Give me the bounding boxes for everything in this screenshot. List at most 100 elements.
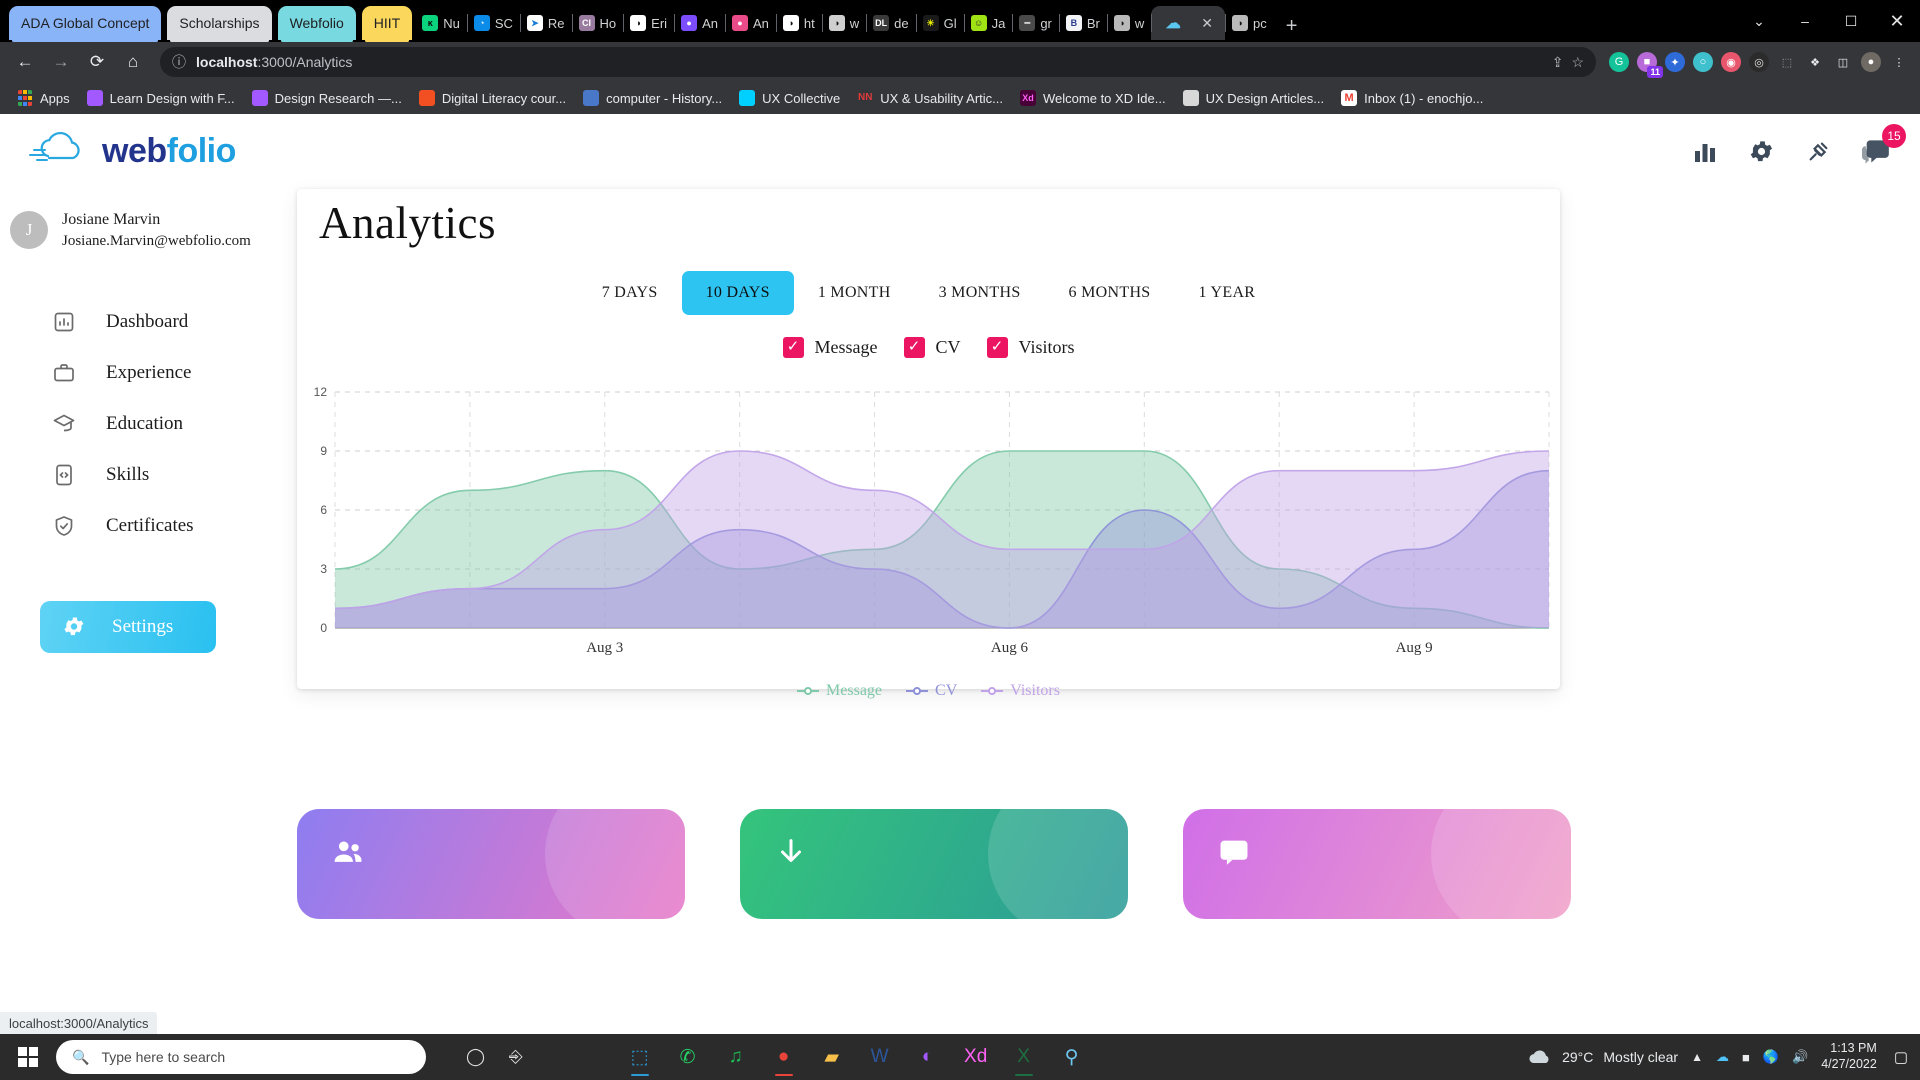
whatsapp-taskbar-icon[interactable]: ✆	[667, 1036, 709, 1078]
checkbox[interactable]: ✓	[783, 337, 804, 358]
figma-taskbar-icon[interactable]: ◐	[907, 1036, 949, 1078]
close-window-button[interactable]: ✕	[1874, 11, 1920, 32]
gear-icon[interactable]	[1748, 138, 1775, 165]
loom-extension[interactable]: ◉	[1718, 49, 1744, 75]
visitors-tile[interactable]	[297, 809, 685, 919]
browser-tab-14[interactable]: ◑w	[1107, 6, 1151, 40]
browser-tab-0[interactable]: ĸNu	[415, 6, 467, 40]
selection-extension[interactable]: ⬚	[1774, 49, 1800, 75]
word-taskbar-icon[interactable]: W	[859, 1036, 901, 1078]
reload-icon[interactable]: ⟳	[80, 45, 114, 79]
series-toggle-cv[interactable]: ✓CV	[904, 337, 961, 358]
browser-tab-9[interactable]: DLde	[866, 6, 915, 40]
bookmark-4[interactable]: computer - History...	[576, 86, 729, 110]
bookmark-3[interactable]: Digital Literacy cour...	[412, 86, 573, 110]
tab-group-3[interactable]: HIIT	[362, 6, 412, 40]
downloads-tile[interactable]	[740, 809, 1128, 919]
legend-item-visitors[interactable]: Visitors	[981, 682, 1060, 700]
chrome-taskbar-icon[interactable]: ●	[763, 1036, 805, 1078]
browser-tab-7[interactable]: ◑ht	[776, 6, 822, 40]
browser-tab-11[interactable]: ☺Ja	[964, 6, 1013, 40]
legend-item-message[interactable]: Message	[797, 682, 882, 700]
sidebar-item-experience[interactable]: Experience	[0, 352, 277, 394]
teal-extension[interactable]: ○	[1690, 49, 1716, 75]
browser-tab-10[interactable]: ☀Gl	[916, 6, 964, 40]
checkbox[interactable]: ✓	[987, 337, 1008, 358]
sidebar-item-certificates[interactable]: Certificates	[0, 505, 277, 547]
bookmark-8[interactable]: UX Design Articles...	[1176, 86, 1332, 110]
forward-arrow-icon[interactable]: →	[44, 45, 78, 79]
browser-tab-active[interactable]: ☁✕	[1151, 6, 1225, 40]
grammarly-extension[interactable]: G	[1606, 49, 1632, 75]
browser-tab-8[interactable]: ◑w	[822, 6, 866, 40]
analytics-bars-icon[interactable]	[1692, 139, 1718, 165]
show-hidden-icons[interactable]: ▲	[1691, 1050, 1703, 1064]
range-tab-7-days[interactable]: 7 DAYS	[578, 271, 682, 315]
back-arrow-icon[interactable]: ←	[8, 45, 42, 79]
tab-group-0[interactable]: ADA Global Concept	[9, 6, 161, 40]
bookmark-2[interactable]: Design Research —...	[245, 86, 409, 110]
browser-tab-12[interactable]: ━gr	[1012, 6, 1059, 40]
bookmark-5[interactable]: UX Collective	[732, 86, 847, 110]
browser-tab-3[interactable]: CIHo	[572, 6, 624, 40]
messages-tile[interactable]	[1183, 809, 1571, 919]
browser-tab-trailing[interactable]: ◑pc	[1225, 6, 1274, 40]
maximize-button[interactable]: ☐	[1828, 13, 1874, 30]
browser-tab-13[interactable]: BBr	[1059, 6, 1107, 40]
minimize-button[interactable]: –	[1782, 13, 1828, 29]
tab-group-2[interactable]: Webfolio	[278, 6, 356, 40]
browser-tab-5[interactable]: ●An	[674, 6, 725, 40]
battery-icon[interactable]: ■	[1742, 1050, 1750, 1065]
address-bar[interactable]: ⓘ localhost:3000/Analytics ⇪ ☆	[160, 47, 1596, 77]
windows-icon[interactable]	[4, 1047, 52, 1067]
new-tab-button[interactable]: +	[1274, 15, 1310, 42]
webfolio-logo[interactable]: webfolio	[28, 130, 236, 174]
sidebar-item-skills[interactable]: Skills	[0, 454, 277, 496]
search-input[interactable]: 🔍 Type here to search	[56, 1040, 426, 1074]
puzzle-extension[interactable]: ❖	[1802, 49, 1828, 75]
search-taskbar-icon[interactable]: ⚲	[1051, 1036, 1093, 1078]
user-profile[interactable]: J Josiane Marvin Josiane.Marvin@webfolio…	[0, 209, 277, 251]
dark-reader-extension[interactable]: ◎	[1746, 49, 1772, 75]
bookmark-6[interactable]: NNUX & Usability Artic...	[850, 86, 1010, 110]
series-toggle-message[interactable]: ✓Message	[783, 337, 878, 358]
range-tab-6-months[interactable]: 6 MONTHS	[1045, 271, 1175, 315]
notion-extension[interactable]: ■11	[1634, 49, 1660, 75]
chrome-menu[interactable]: ⋮	[1886, 49, 1912, 75]
range-tab-3-months[interactable]: 3 MONTHS	[915, 271, 1045, 315]
info-icon[interactable]: ⓘ	[172, 52, 186, 72]
tab-group-1[interactable]: Scholarships	[167, 6, 271, 40]
bookmark-0[interactable]: Apps	[10, 86, 77, 110]
spotify-taskbar-icon[interactable]: ♫	[715, 1036, 757, 1078]
checkbox[interactable]: ✓	[904, 337, 925, 358]
home-icon[interactable]: ⌂	[116, 45, 150, 79]
messages-icon[interactable]: 15	[1862, 138, 1890, 166]
browser-tab-6[interactable]: ●An	[725, 6, 776, 40]
plug-icon[interactable]	[1805, 138, 1832, 165]
translate-extension[interactable]: ✦	[1662, 49, 1688, 75]
series-toggle-visitors[interactable]: ✓Visitors	[987, 337, 1075, 358]
sidebar-item-dashboard[interactable]: Dashboard	[0, 301, 277, 343]
adobe-xd-taskbar-icon[interactable]: Xd	[955, 1036, 997, 1078]
cortana-icon[interactable]: ◯	[466, 1047, 485, 1067]
range-tab-1-year[interactable]: 1 YEAR	[1175, 271, 1280, 315]
vscode-taskbar-icon[interactable]: ⬚	[619, 1036, 661, 1078]
tab-search-button[interactable]: ⌄	[1736, 13, 1782, 30]
clock[interactable]: 1:13 PM 4/27/2022	[1821, 1041, 1877, 1072]
close-icon[interactable]: ✕	[1201, 15, 1213, 32]
sidebar-item-education[interactable]: Education	[0, 403, 277, 445]
browser-tab-1[interactable]: ◔SC	[467, 6, 520, 40]
range-tab-10-days[interactable]: 10 DAYS	[682, 271, 794, 315]
bookmark-7[interactable]: XdWelcome to XD Ide...	[1013, 86, 1173, 110]
legend-item-cv[interactable]: CV	[906, 682, 957, 700]
browser-tab-4[interactable]: ◑Eri	[623, 6, 674, 40]
volume-icon[interactable]: 🔊	[1792, 1049, 1808, 1065]
network-icon[interactable]: 🌎	[1763, 1049, 1779, 1065]
sidebar-item-settings[interactable]: Settings	[40, 601, 216, 653]
share-icon[interactable]: ⇪	[1552, 54, 1564, 71]
weather-widget[interactable]: 29°C Mostly clear	[1526, 1047, 1678, 1067]
bookmark-1[interactable]: Learn Design with F...	[80, 86, 242, 110]
excel-taskbar-icon[interactable]: X	[1003, 1036, 1045, 1078]
sidepanel-extension[interactable]: ◫	[1830, 49, 1856, 75]
bookmark-9[interactable]: MInbox (1) - enochjo...	[1334, 86, 1490, 110]
